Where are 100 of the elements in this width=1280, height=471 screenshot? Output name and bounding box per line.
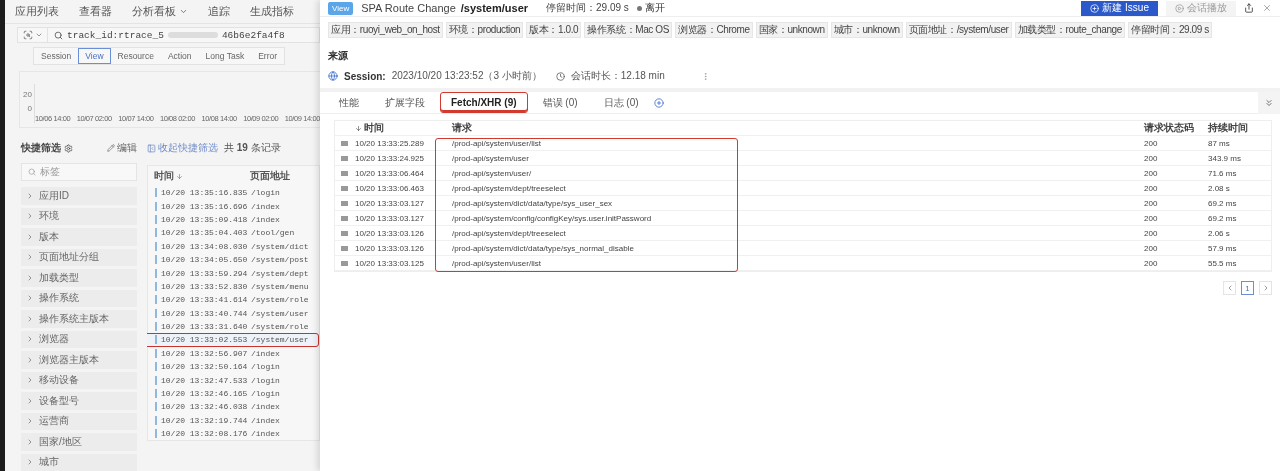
record-row[interactable]: 10/20 13:33:41.614 /system/role <box>148 293 319 307</box>
next-page-button[interactable] <box>1259 281 1272 295</box>
filter-item[interactable]: 加载类型 <box>21 269 137 287</box>
share-icon[interactable] <box>1244 3 1254 13</box>
record-row[interactable]: 10/20 13:33:02.553 /system/user <box>147 333 319 347</box>
record-row[interactable]: 10/20 13:33:59.294 /system/dept <box>148 266 319 280</box>
filter-item[interactable]: 国家/地区 <box>21 433 137 451</box>
request-row[interactable]: 10/20 13:33:03.127 /prod-api/system/dict/data/type/sys_user_sex 200 69.2 ms <box>335 196 1271 211</box>
request-icon <box>341 200 348 206</box>
request-row[interactable]: 10/20 13:33:24.925 /prod-api/system/user 200 343.9 ms <box>335 151 1271 166</box>
stay-time: 停留时间：29.09 s <box>546 1 629 15</box>
request-icon <box>341 155 348 161</box>
record-row[interactable]: 10/20 13:32:19.744 /index <box>148 413 319 428</box>
event-type-tab[interactable]: Resource <box>110 48 161 65</box>
close-icon[interactable] <box>1262 3 1272 13</box>
event-type-tab[interactable]: Error <box>251 48 285 65</box>
nav-item[interactable]: 生成指标 <box>250 4 294 20</box>
filter-item[interactable]: 版本 <box>21 228 137 246</box>
search-field[interactable]: track_id:rtrace_5 46b6e2fa4f8 <box>17 27 320 44</box>
filter-item[interactable]: 环境 <box>21 207 137 225</box>
chevron-right-icon <box>26 232 34 241</box>
attribute-tag: 应用：ruoyi_web_on_host <box>328 22 443 38</box>
record-row[interactable]: 10/20 13:35:09.418 /index <box>148 212 319 227</box>
y-tick-label: 20 <box>22 90 32 100</box>
globe-icon <box>328 71 338 81</box>
chevron-right-icon <box>26 355 34 364</box>
filter-item[interactable]: 浏览器主版本 <box>21 351 137 369</box>
record-row[interactable]: 10/20 13:32:46.165 /login <box>148 386 319 401</box>
filter-item[interactable]: 应用ID <box>21 187 137 205</box>
record-row[interactable]: 10/20 13:32:56.907 /index <box>148 346 319 361</box>
chevron-right-icon <box>26 212 34 221</box>
detail-tab[interactable]: 扩展字段 <box>374 90 436 115</box>
record-row[interactable]: 10/20 13:32:46.038 /index <box>148 400 319 414</box>
detail-tab[interactable]: 性能 <box>328 90 370 115</box>
plus-icon <box>1090 3 1100 13</box>
event-type-tab[interactable]: Action <box>160 48 199 65</box>
filter-item[interactable]: 操作系统 <box>21 289 137 307</box>
nav-item[interactable]: 分析看板 <box>132 4 188 20</box>
record-row[interactable]: 10/20 13:33:40.744 /system/user <box>148 306 319 320</box>
event-type-tab[interactable]: Session <box>34 48 79 65</box>
attribute-tag: 国家：unknown <box>755 22 828 38</box>
record-row[interactable]: 10/20 13:34:08.030 /system/dict <box>148 239 319 253</box>
event-type-tab[interactable]: View <box>78 48 111 65</box>
record-row[interactable]: 10/20 13:33:31.640 /system/role <box>148 319 319 334</box>
filter-item[interactable]: 运营商 <box>21 412 137 430</box>
nav-item[interactable]: 应用列表 <box>15 4 59 20</box>
nav-item[interactable]: 查看器 <box>79 4 112 20</box>
request-icon <box>341 230 348 236</box>
collapse-button[interactable] <box>1258 91 1280 114</box>
filter-item[interactable]: 设备型号 <box>21 392 137 410</box>
request-row[interactable]: 10/20 13:33:25.289 /prod-api/system/user/list 200 87 ms <box>335 136 1271 151</box>
record-row[interactable]: 10/20 13:32:47.533 /login <box>148 373 319 387</box>
request-row[interactable]: 10/20 13:33:06.464 /prod-api/system/user/ 200 71.6 ms <box>335 166 1271 181</box>
detail-tab[interactable]: 错误 (0) <box>531 90 589 115</box>
attribute-tag: 页面地址：/system/user <box>905 22 1012 38</box>
request-row[interactable]: 10/20 13:33:06.463 /prod-api/system/dept/treeselect 200 2.08 s <box>335 181 1271 196</box>
record-row[interactable]: 10/20 13:33:52.830 /system/menu <box>148 279 319 294</box>
filter-item[interactable]: 浏览器 <box>21 330 137 348</box>
new-issue-button[interactable]: 新建 Issue <box>1081 0 1158 16</box>
filter-item[interactable]: 移动设备 <box>21 371 137 389</box>
request-icon <box>341 260 348 266</box>
sort-icon <box>355 124 362 132</box>
record-row[interactable]: 10/20 13:35:04.403 /tool/gen <box>148 226 319 240</box>
drawer-title: SPA Route Change <box>361 2 456 14</box>
record-row[interactable]: 10/20 13:35:16.696 /index <box>148 199 319 213</box>
detail-tab[interactable]: Fetch/XHR (9) <box>440 92 528 113</box>
chevron-right-icon <box>26 335 34 344</box>
attribute-tag: 操作系统：Mac OS <box>584 22 672 38</box>
query-text: 46b6e2fa4f8 <box>221 29 285 41</box>
nav-item[interactable]: 追踪 <box>208 4 230 20</box>
request-row[interactable]: 10/20 13:33:03.125 /prod-api/system/user/list 200 55.5 ms <box>335 256 1271 271</box>
panel-icon <box>147 143 156 153</box>
add-tab-icon[interactable] <box>653 97 664 108</box>
record-row[interactable]: 10/20 13:34:05.650 /system/post <box>148 252 319 267</box>
request-row[interactable]: 10/20 13:33:03.127 /prod-api/system/config/configKey/sys.user.initPassword 200 69.2 ms <box>335 211 1271 226</box>
request-icon <box>341 185 348 191</box>
request-icon <box>341 245 348 251</box>
edit-link[interactable]: 编辑 <box>107 141 137 155</box>
record-row[interactable]: 10/20 13:35:16.835 /login <box>148 186 319 200</box>
column-header[interactable]: 时间 <box>154 169 250 183</box>
filter-item[interactable]: 城市 <box>21 453 137 471</box>
filter-item[interactable]: 操作系统主版本 <box>21 310 137 328</box>
event-type-tab[interactable]: Long Task <box>198 48 252 65</box>
attribute-tag: 停留时间：29.09 s <box>1127 22 1212 38</box>
record-row[interactable]: 10/20 13:32:08.176 /index <box>148 427 319 441</box>
request-row[interactable]: 10/20 13:33:03.126 /prod-api/system/dept/treeselect 200 2.06 s <box>335 226 1271 241</box>
request-row[interactable]: 10/20 13:33:03.126 /prod-api/system/dict/data/type/sys_normal_disable 200 57.9 ms <box>335 241 1271 256</box>
detail-tab[interactable]: 日志 (0) <box>592 90 650 115</box>
previous-page-button[interactable] <box>1223 281 1236 295</box>
column-header[interactable]: 时间 <box>355 121 452 135</box>
chevron-right-icon <box>26 437 34 446</box>
record-row[interactable]: 10/20 13:32:50.164 /login <box>148 360 319 374</box>
settings-icon[interactable] <box>64 143 73 153</box>
scan-icon[interactable] <box>22 30 33 41</box>
search-icon <box>28 168 36 176</box>
column-header: 页面地址 <box>250 169 291 183</box>
request-icon <box>341 140 348 146</box>
page-button[interactable]: 1 <box>1241 281 1254 295</box>
filter-item[interactable]: 页面地址分组 <box>21 248 137 266</box>
request-icon <box>341 170 348 176</box>
